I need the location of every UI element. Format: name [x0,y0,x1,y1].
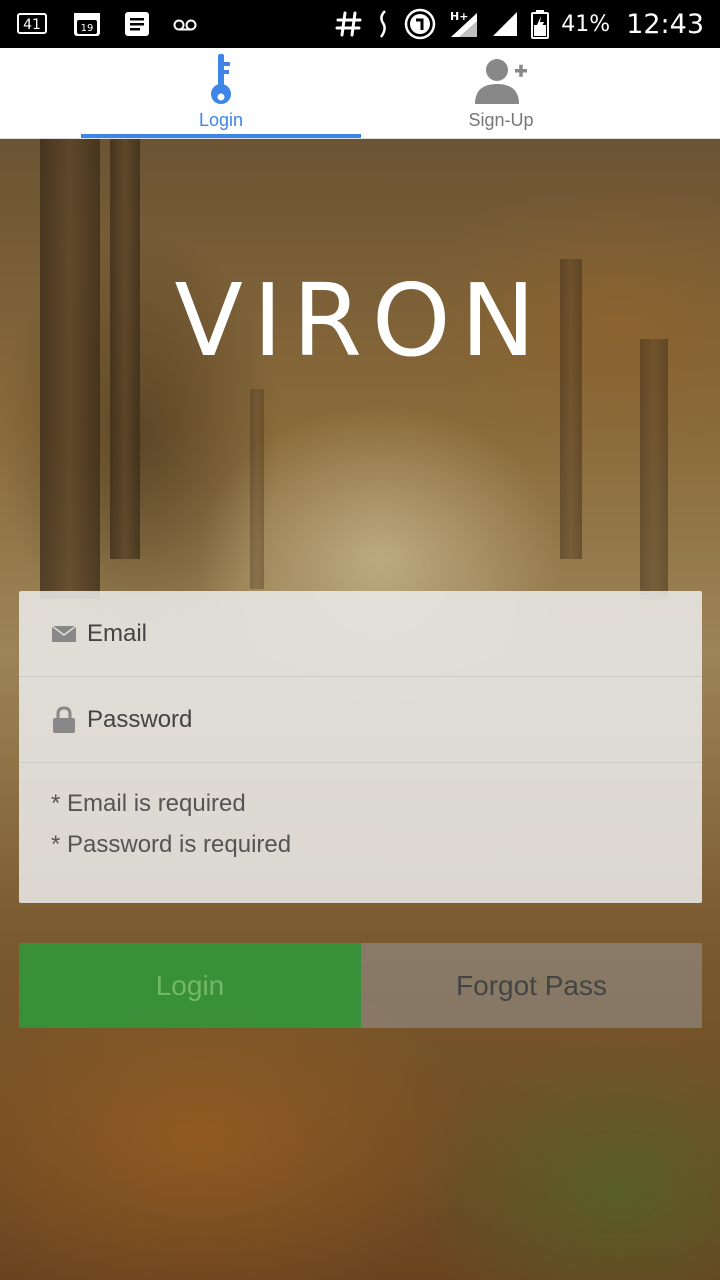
login-form-card: * Email is required * Password is requir… [19,591,702,903]
password-error: * Password is required [51,831,292,858]
password-input[interactable] [87,705,647,734]
tab-signup[interactable]: Sign-Up [361,48,641,139]
password-field-row [19,677,702,763]
envelope-icon [49,624,79,643]
calendar-day: 19 [81,23,94,34]
tab-login-label: Login [198,110,244,130]
lock-icon [49,705,79,734]
data-saver-icon [403,7,437,41]
key-icon [206,52,236,106]
calendar-icon: 19 [72,10,102,38]
battery-icon [531,9,550,39]
hash-icon [335,10,363,38]
tab-bar: Login Sign-Up [0,48,720,139]
notification-count-icon: 41 [16,11,50,37]
email-field-row [19,591,702,677]
tab-login[interactable]: Login [81,48,361,139]
notification-count: 41 [23,17,41,33]
status-bar: 41 19 H+ 41% 12:43 [0,0,720,48]
login-button[interactable]: Login [19,943,361,1028]
vibrate-icon [375,9,391,39]
add-user-icon [473,52,529,106]
email-input[interactable] [87,619,647,648]
forgot-password-button[interactable]: Forgot Pass [361,943,702,1028]
clock: 12:43 [626,8,704,40]
voicemail-icon [172,14,198,34]
cell-signal-icon [491,10,519,38]
app-logo-title: VIRON [174,262,546,379]
tab-signup-label: Sign-Up [468,110,534,130]
battery-percent: 41% [561,11,611,37]
signal-icon: H+ [449,9,479,39]
validation-errors: * Email is required * Password is requir… [51,783,291,865]
email-error: * Email is required [51,790,246,817]
signal-label: H+ [450,10,468,23]
document-icon [124,11,150,37]
active-tab-indicator [81,134,361,138]
